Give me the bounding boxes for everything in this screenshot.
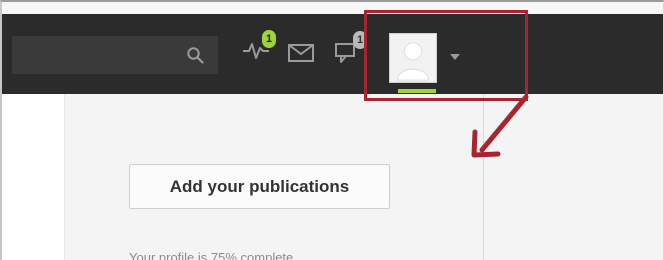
add-publications-button[interactable]: Add your publications <box>129 164 390 209</box>
mail-icon[interactable] <box>288 44 314 62</box>
top-navigation-bar <box>2 14 663 94</box>
search-icon[interactable] <box>186 46 204 64</box>
profile-completion-text: Your profile is 75% complete <box>129 250 294 260</box>
screenshot-frame: 1 1 Add your publications Your profile i… <box>0 0 664 260</box>
search-box[interactable] <box>12 36 218 74</box>
callout-arrow <box>471 94 529 158</box>
add-publications-label: Add your publications <box>169 176 350 196</box>
highlight-box <box>364 10 528 101</box>
activity-badge: 1 <box>262 30 277 48</box>
top-strip <box>2 2 663 14</box>
left-rail <box>2 94 65 260</box>
